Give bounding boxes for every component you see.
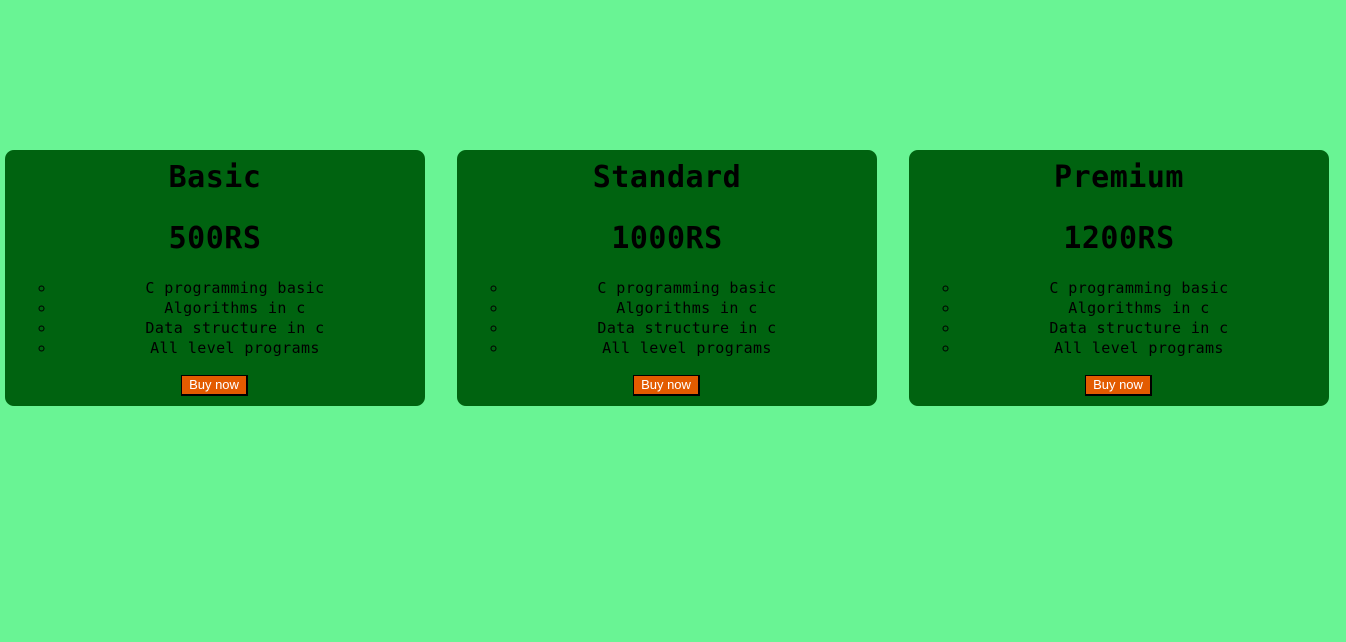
plan-price: 500RS bbox=[168, 221, 262, 256]
buy-now-button-standard[interactable]: Buy now bbox=[633, 375, 700, 396]
feature-item: C programming basic bbox=[55, 278, 425, 298]
buy-now-button-basic[interactable]: Buy now bbox=[181, 375, 248, 396]
feature-item: Algorithms in c bbox=[959, 298, 1329, 318]
plan-title: Basic bbox=[168, 160, 262, 195]
feature-list: C programming basic Algorithms in c Data… bbox=[909, 278, 1329, 358]
plan-title: Standard bbox=[592, 160, 742, 195]
plan-card-standard: Standard 1000RS C programming basic Algo… bbox=[457, 150, 877, 406]
feature-item: Algorithms in c bbox=[55, 298, 425, 318]
feature-item: Data structure in c bbox=[507, 318, 877, 338]
plan-price: 1000RS bbox=[611, 221, 723, 256]
feature-list: C programming basic Algorithms in c Data… bbox=[5, 278, 425, 358]
feature-item: C programming basic bbox=[507, 278, 877, 298]
feature-item: Data structure in c bbox=[55, 318, 425, 338]
feature-item: All level programs bbox=[55, 338, 425, 358]
feature-item: All level programs bbox=[507, 338, 877, 358]
plan-card-basic: Basic 500RS C programming basic Algorith… bbox=[5, 150, 425, 406]
plan-card-premium: Premium 1200RS C programming basic Algor… bbox=[909, 150, 1329, 406]
pricing-plans: Basic 500RS C programming basic Algorith… bbox=[0, 150, 1346, 406]
feature-item: Algorithms in c bbox=[507, 298, 877, 318]
plan-title: Premium bbox=[1054, 160, 1184, 195]
feature-list: C programming basic Algorithms in c Data… bbox=[457, 278, 877, 358]
plan-price: 1200RS bbox=[1063, 221, 1175, 256]
feature-item: All level programs bbox=[959, 338, 1329, 358]
feature-item: C programming basic bbox=[959, 278, 1329, 298]
buy-now-button-premium[interactable]: Buy now bbox=[1085, 375, 1152, 396]
feature-item: Data structure in c bbox=[959, 318, 1329, 338]
pricing-page: { "colors": { "page_background": "#69f49… bbox=[0, 0, 1346, 642]
